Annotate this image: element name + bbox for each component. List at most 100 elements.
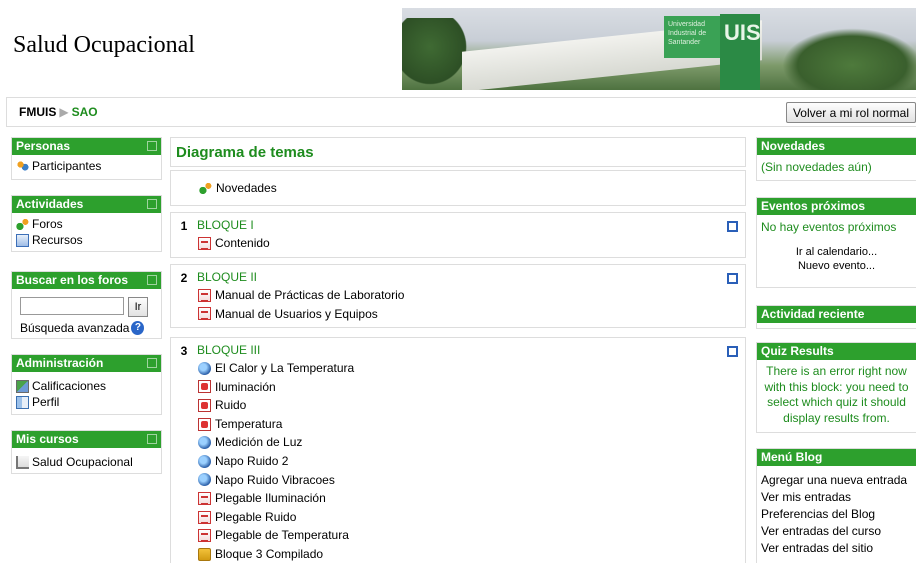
- web-icon: [198, 436, 211, 450]
- news-section: Novedades: [170, 170, 746, 206]
- header-banner-image: Universidad Industrial de Santander UIS: [402, 8, 916, 90]
- activity-item[interactable]: Ruido: [197, 396, 717, 415]
- return-normal-role-button[interactable]: Volver a mi rol normal: [785, 102, 916, 123]
- topic-section-1: 1 BLOQUE I Contenido: [170, 212, 746, 258]
- block-header: Menú Blog: [757, 449, 916, 466]
- activity-item[interactable]: Temperatura: [197, 415, 717, 434]
- blog-preferences-link[interactable]: Preferencias del Blog: [761, 506, 912, 523]
- banner-sign: Universidad Industrial de Santander: [664, 16, 720, 58]
- no-news-text: (Sin novedades aún): [761, 160, 872, 174]
- resource-icon: [16, 233, 29, 247]
- navbar: FMUIS ▶ SAO Volver a mi rol normal: [6, 97, 916, 127]
- forum-icon: [199, 181, 212, 195]
- site-entries-link[interactable]: Ver entradas del sitio: [761, 540, 912, 557]
- block-header: Mis cursos: [12, 431, 161, 448]
- course-link[interactable]: Salud Ocupacional: [16, 454, 157, 470]
- block-header: Quiz Results: [757, 343, 916, 360]
- pdf-icon: [198, 510, 211, 524]
- site-title[interactable]: Salud Ocupacional: [13, 32, 195, 59]
- show-only-topic-icon[interactable]: [727, 273, 738, 284]
- page-header: Salud Ocupacional Universidad Industrial…: [0, 0, 916, 90]
- new-event-link[interactable]: Nuevo evento...: [761, 259, 912, 273]
- topics-outline-header: Diagrama de temas: [170, 137, 746, 167]
- news-block: Novedades (Sin novedades aún): [756, 137, 916, 181]
- forum-search-input[interactable]: [20, 297, 124, 315]
- pdf-icon: [198, 491, 211, 505]
- web-icon: [198, 473, 211, 487]
- administration-block: Administración Calificaciones Perfil: [11, 354, 162, 415]
- course-entries-link[interactable]: Ver entradas del curso: [761, 523, 912, 540]
- forum-icon: [16, 217, 29, 231]
- zip-icon: [198, 547, 211, 561]
- banner-tree: [782, 28, 916, 90]
- activity-item[interactable]: Manual de Usuarios y Equipos: [197, 305, 717, 324]
- topic-number: 3: [180, 344, 188, 358]
- search-forums-block: Buscar en los foros Ir Búsqueda avanzada…: [11, 271, 162, 339]
- my-entries-link[interactable]: Ver mis entradas: [761, 489, 912, 506]
- help-icon[interactable]: ?: [131, 321, 145, 335]
- banner-logo: UIS: [724, 20, 761, 45]
- hide-block-icon[interactable]: [147, 141, 157, 151]
- profile-icon: [16, 395, 29, 409]
- pdf-icon: [198, 529, 211, 543]
- breadcrumb: FMUIS ▶ SAO: [19, 105, 98, 119]
- resources-link[interactable]: Recursos: [16, 232, 157, 248]
- topic-title: BLOQUE III: [197, 343, 261, 357]
- activity-item[interactable]: Contenido: [197, 234, 717, 253]
- people-icon: [16, 159, 29, 173]
- forum-search-go-button[interactable]: Ir: [128, 297, 148, 317]
- blog-menu-block: Menú Blog Agregar una nueva entrada Ver …: [756, 448, 916, 563]
- topic-number: 1: [180, 219, 188, 233]
- upcoming-events-block: Eventos próximos No hay eventos próximos…: [756, 197, 916, 288]
- show-only-topic-icon[interactable]: [727, 346, 738, 357]
- hide-block-icon[interactable]: [147, 434, 157, 444]
- topic-section-2: 2 BLOQUE II Manual de Prácticas de Labor…: [170, 264, 746, 328]
- activity-item[interactable]: Plegable de Temperatura: [197, 526, 717, 545]
- breadcrumb-current-link[interactable]: SAO: [72, 105, 98, 119]
- grades-link[interactable]: Calificaciones: [16, 378, 157, 394]
- personas-block: Personas Participantes: [11, 137, 162, 180]
- activity-item[interactable]: Manual de Prácticas de Laboratorio: [197, 286, 717, 305]
- activity-item[interactable]: Napo Ruido 2: [197, 452, 717, 471]
- block-header: Personas: [12, 138, 161, 155]
- topic-section-3: 3 BLOQUE III El Calor y La Temperatura I…: [170, 337, 746, 563]
- participants-link[interactable]: Participantes: [16, 158, 157, 174]
- topic-title: BLOQUE II: [197, 270, 258, 284]
- topic-title: BLOQUE I: [197, 218, 254, 232]
- quiz-error-text: There is an error right now with this bl…: [764, 364, 909, 425]
- calendar-link[interactable]: Ir al calendario...: [761, 245, 912, 259]
- recent-activity-block: Actividad reciente: [756, 305, 916, 329]
- pdf-icon: [198, 288, 211, 302]
- block-header: Actividades: [12, 196, 161, 213]
- forums-link[interactable]: Foros: [16, 216, 157, 232]
- activity-item[interactable]: Plegable Iluminación: [197, 489, 717, 508]
- powerpoint-icon: [198, 398, 211, 412]
- activity-item[interactable]: Bloque 3 Compilado: [197, 545, 717, 563]
- advanced-search-link[interactable]: Búsqueda avanzada: [20, 320, 129, 336]
- news-forum-link[interactable]: Novedades: [171, 171, 745, 198]
- no-events-text: No hay eventos próximos: [761, 220, 897, 234]
- grades-icon: [16, 379, 29, 393]
- add-entry-link[interactable]: Agregar una nueva entrada: [761, 472, 912, 489]
- activity-item[interactable]: Plegable Ruido: [197, 508, 717, 527]
- profile-link[interactable]: Perfil: [16, 394, 157, 410]
- breadcrumb-separator-icon: ▶: [59, 105, 69, 119]
- my-courses-block: Mis cursos Salud Ocupacional: [11, 430, 162, 474]
- show-only-topic-icon[interactable]: [727, 221, 738, 232]
- topic-number: 2: [180, 271, 188, 285]
- web-icon: [198, 454, 211, 468]
- quiz-results-block: Quiz Results There is an error right now…: [756, 342, 916, 433]
- activity-item[interactable]: Napo Ruido Vibracoes: [197, 471, 717, 490]
- block-header: Eventos próximos: [757, 198, 916, 215]
- breadcrumb-home-link[interactable]: FMUIS: [19, 105, 56, 119]
- block-header: Administración: [12, 355, 161, 372]
- block-header: Actividad reciente: [757, 306, 916, 323]
- activity-item[interactable]: El Calor y La Temperatura: [197, 359, 717, 378]
- pdf-icon: [198, 307, 211, 321]
- activity-item[interactable]: Medición de Luz: [197, 433, 717, 452]
- hide-block-icon[interactable]: [147, 275, 157, 285]
- hide-block-icon[interactable]: [147, 358, 157, 368]
- activity-item[interactable]: Iluminación: [197, 378, 717, 397]
- powerpoint-icon: [198, 380, 211, 394]
- hide-block-icon[interactable]: [147, 199, 157, 209]
